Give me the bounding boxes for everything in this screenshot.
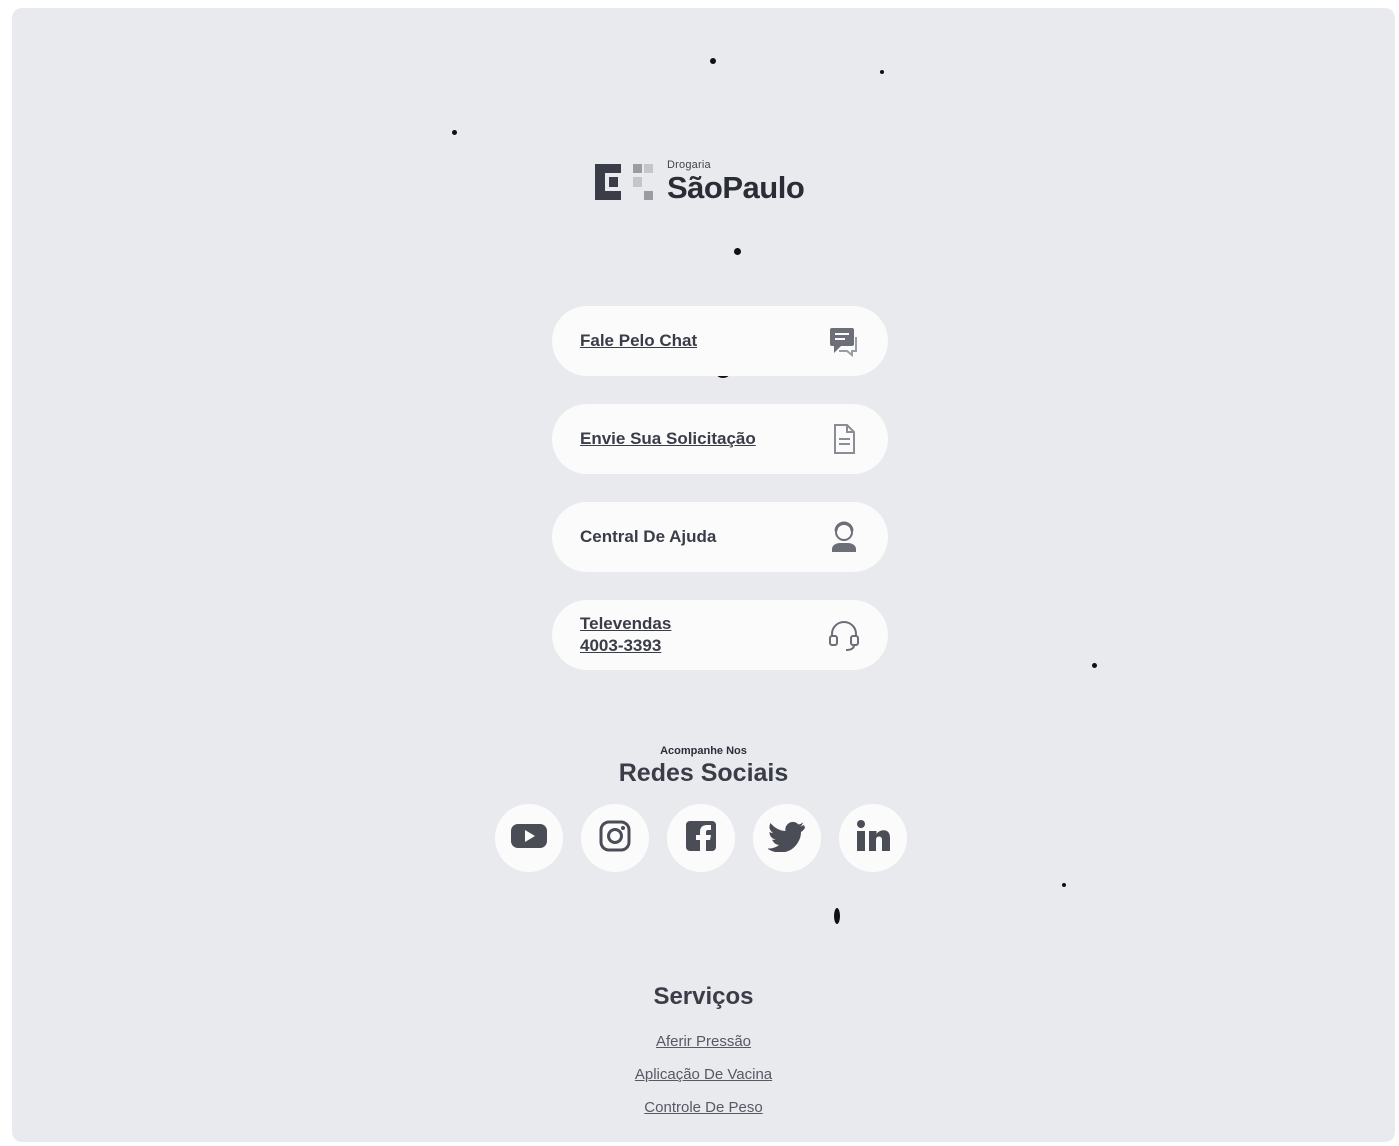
twitter-icon [767, 820, 806, 857]
brand-logo[interactable]: Drogaria SãoPaulo [595, 160, 805, 205]
service-link-vaccination[interactable]: Aplicação De Vacina [12, 1066, 1395, 1083]
contact-actions: Fale Pelo Chat Envie Sua Solicitação Cen… [552, 306, 888, 670]
help-center-button[interactable]: Central De Ajuda [552, 502, 888, 572]
social-title: Redes Sociais [618, 759, 789, 787]
youtube-icon [509, 821, 549, 856]
document-icon [826, 421, 862, 457]
speck [880, 70, 884, 74]
linkedin-icon [855, 819, 891, 858]
service-link-blood-pressure[interactable]: Aferir Pressão [12, 1033, 1395, 1050]
brand-name: SãoPaulo [667, 170, 805, 205]
telesales-button[interactable]: Televendas 4003-3393 [552, 600, 888, 670]
speck [452, 130, 457, 135]
chat-button[interactable]: Fale Pelo Chat [552, 306, 888, 376]
speck [834, 908, 840, 924]
social-heading: Acompanhe Nos Redes Sociais [12, 745, 1395, 788]
instagram-link[interactable] [581, 804, 649, 872]
speck [710, 58, 716, 64]
logo-mark-icon [595, 162, 657, 202]
services-section: Serviços Aferir Pressão Aplicação De Vac… [12, 983, 1395, 1132]
speck [1062, 883, 1066, 887]
services-title: Serviços [653, 983, 754, 1010]
help-center-label: Central De Ajuda [580, 526, 717, 546]
linkedin-link[interactable] [839, 804, 907, 872]
social-links [495, 804, 907, 872]
request-button[interactable]: Envie Sua Solicitação [552, 404, 888, 474]
facebook-icon [684, 819, 718, 858]
speck [1092, 663, 1097, 668]
chat-icon [826, 323, 862, 359]
service-link-weight-control[interactable]: Controle De Peso [12, 1099, 1395, 1116]
telesales-label: Televendas 4003-3393 [580, 613, 672, 655]
headset-icon [826, 617, 862, 653]
help-agent-icon [826, 519, 862, 555]
facebook-link[interactable] [667, 804, 735, 872]
speck [734, 248, 741, 255]
instagram-icon [598, 819, 632, 858]
chat-button-label: Fale Pelo Chat [580, 330, 698, 350]
footer-panel: Drogaria SãoPaulo Fale Pelo Chat Envie S… [12, 8, 1395, 1142]
request-button-label: Envie Sua Solicitação [580, 428, 756, 448]
twitter-link[interactable] [753, 804, 821, 872]
youtube-link[interactable] [495, 804, 563, 872]
social-kicker: Acompanhe Nos [660, 745, 747, 757]
